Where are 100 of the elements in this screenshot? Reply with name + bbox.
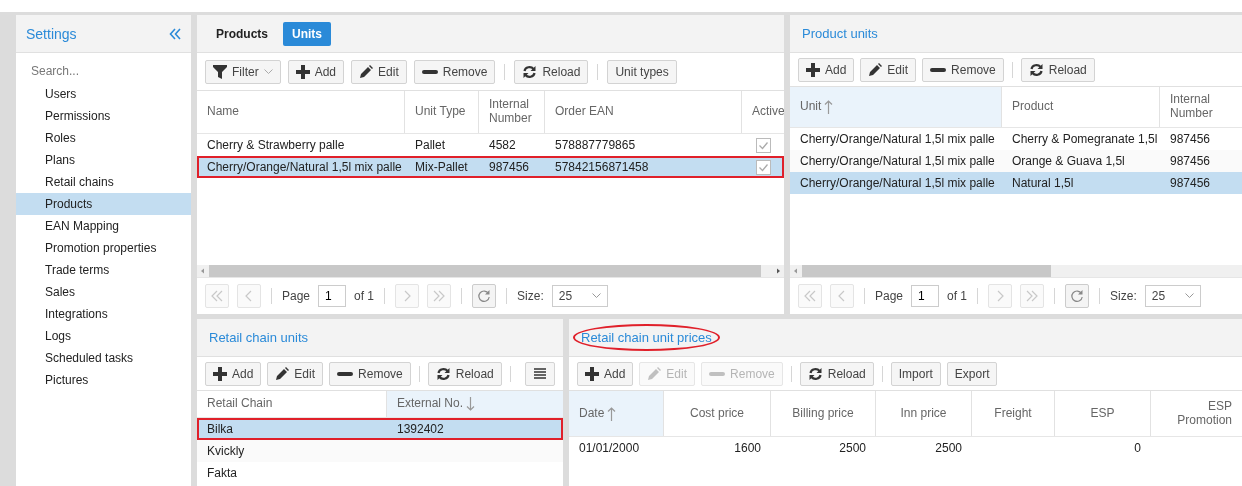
first-page-button[interactable] bbox=[798, 284, 822, 308]
sidebar-item[interactable]: Promotion properties bbox=[16, 237, 191, 259]
sidebar-item[interactable]: Integrations bbox=[16, 303, 191, 325]
add-button[interactable]: Add bbox=[205, 361, 262, 386]
sidebar-item[interactable]: Sales bbox=[16, 281, 191, 303]
table-cell-text: 2500 bbox=[934, 440, 963, 457]
table-cell-text: 57842156871458 bbox=[554, 159, 650, 176]
horizontal-scrollbar[interactable] bbox=[197, 265, 784, 277]
next-page-button[interactable] bbox=[988, 284, 1013, 308]
checkbox[interactable] bbox=[755, 138, 771, 153]
table-cell-text: 0 bbox=[1133, 440, 1142, 457]
filter-button[interactable]: Filter bbox=[205, 59, 281, 84]
page-input[interactable]: 1 bbox=[318, 285, 347, 307]
filter-icon bbox=[213, 64, 227, 79]
menu-icon bbox=[533, 366, 547, 381]
remove-button[interactable]: Remove bbox=[413, 59, 496, 84]
table-row[interactable]: Kvickly bbox=[197, 440, 563, 462]
column-header[interactable]: Product bbox=[1002, 87, 1160, 127]
edit-button[interactable]: Edit bbox=[860, 57, 917, 82]
add-button[interactable]: Add bbox=[798, 57, 855, 82]
next-page-button[interactable] bbox=[395, 284, 420, 308]
column-header[interactable]: Internal Number bbox=[1160, 87, 1242, 127]
size-dropdown[interactable]: 25 bbox=[551, 285, 608, 307]
edit-button[interactable]: Edit bbox=[351, 59, 407, 84]
table-row[interactable]: Fakta bbox=[197, 462, 563, 484]
tab[interactable]: Products bbox=[207, 21, 277, 46]
table-row[interactable]: Cherry/Orange/Natural 1,5l mix palle Mix-Pallet 987456 57842156871458 bbox=[197, 156, 784, 178]
sidebar-item[interactable]: Scheduled tasks bbox=[16, 347, 191, 369]
refresh-button[interactable] bbox=[472, 284, 497, 308]
table-row[interactable]: Bilka 1392402 bbox=[197, 418, 563, 440]
previous-page-button[interactable] bbox=[830, 284, 854, 308]
sidebar-item[interactable]: EAN Mapping bbox=[16, 215, 191, 237]
column-header[interactable]: ESP bbox=[1055, 391, 1151, 436]
column-header[interactable]: Name bbox=[197, 91, 405, 133]
first-page-button[interactable] bbox=[205, 284, 229, 308]
sidebar-item[interactable]: Retail chains bbox=[16, 171, 191, 193]
column-header[interactable]: Inn price bbox=[876, 391, 972, 436]
reload-button[interactable]: Reload bbox=[514, 59, 589, 84]
pencil-icon bbox=[275, 366, 290, 381]
checkbox[interactable] bbox=[755, 160, 771, 175]
horizontal-scrollbar[interactable] bbox=[790, 265, 1242, 277]
reload-button[interactable]: Reload bbox=[799, 361, 874, 386]
column-header[interactable]: ESP Promotion bbox=[1151, 391, 1242, 436]
double-chevron-right-icon bbox=[432, 289, 447, 303]
column-header[interactable]: Unit bbox=[790, 87, 1002, 127]
remove-button[interactable]: Remove bbox=[922, 57, 1004, 82]
refresh-button[interactable] bbox=[1065, 284, 1090, 308]
table-row[interactable]: 01/01/2000 1600 2500 2500 0 bbox=[569, 437, 1242, 459]
edit-button[interactable]: Edit bbox=[267, 361, 324, 386]
menu-button[interactable] bbox=[525, 361, 555, 386]
add-button[interactable]: Add bbox=[287, 59, 345, 84]
column-header[interactable]: Freight bbox=[972, 391, 1055, 436]
refresh-icon bbox=[477, 289, 492, 303]
sidebar-item[interactable]: Roles bbox=[16, 127, 191, 149]
table-row[interactable]: Cherry & Strawberry palle Pallet 4582 578887779865 bbox=[197, 134, 784, 156]
caret-icon bbox=[591, 293, 601, 299]
sidebar-item[interactable]: Pictures bbox=[16, 369, 191, 391]
toolbar-button[interactable]: Unit types bbox=[607, 59, 677, 84]
collapse-icon bbox=[169, 27, 181, 40]
column-header[interactable]: Cost price bbox=[664, 391, 771, 436]
reload-button[interactable]: Reload bbox=[427, 361, 502, 386]
toolbar-button[interactable]: Export bbox=[946, 361, 998, 386]
page-input[interactable]: 1 bbox=[911, 285, 940, 307]
column-header[interactable]: Active bbox=[742, 91, 784, 133]
sidebar-item[interactable]: Users bbox=[16, 83, 191, 105]
add-button[interactable]: Add bbox=[577, 361, 634, 386]
table-row[interactable]: Cherry/Orange/Natural 1,5l mix palle Cherry & Pomegranate 1,5l 987456 bbox=[790, 128, 1242, 150]
last-page-button[interactable] bbox=[1020, 284, 1045, 308]
toolbar-button[interactable]: Import bbox=[890, 361, 941, 386]
table-row[interactable]: Cherry/Orange/Natural 1,5l mix palle Natural 1,5l 987456 bbox=[790, 172, 1242, 194]
pencil-icon bbox=[647, 366, 662, 381]
column-header[interactable]: Internal Number bbox=[479, 91, 545, 133]
column-header[interactable]: Order EAN bbox=[545, 91, 742, 133]
last-page-button[interactable] bbox=[427, 284, 452, 308]
caret-icon bbox=[263, 68, 273, 75]
column-header[interactable]: Date bbox=[569, 391, 664, 436]
sidebar-item[interactable]: Logs bbox=[16, 325, 191, 347]
size-label: Size: bbox=[1110, 289, 1137, 303]
table-cell-text: Cherry/Orange/Natural 1,5l mix palle bbox=[799, 153, 996, 170]
plus-icon bbox=[806, 62, 820, 77]
sidebar-item[interactable]: Permissions bbox=[16, 105, 191, 127]
column-header[interactable]: External No. bbox=[387, 391, 563, 417]
sidebar-item[interactable]: Trade terms bbox=[16, 259, 191, 281]
column-header[interactable]: Unit Type bbox=[405, 91, 479, 133]
size-dropdown[interactable]: 25 bbox=[1144, 285, 1201, 307]
caret-icon bbox=[1184, 293, 1194, 299]
sidebar-item[interactable]: Plans bbox=[16, 149, 191, 171]
page-label: Page bbox=[282, 289, 311, 303]
remove-button[interactable]: Remove bbox=[329, 361, 411, 386]
panel-title: Product units bbox=[801, 25, 879, 43]
reload-button[interactable]: Reload bbox=[1020, 57, 1095, 82]
plus-icon bbox=[295, 64, 310, 79]
previous-page-button[interactable] bbox=[237, 284, 261, 308]
table-cell-text: 987456 bbox=[1169, 153, 1212, 170]
tab[interactable]: Units bbox=[283, 21, 331, 46]
pencil-icon bbox=[359, 64, 374, 79]
sidebar-item[interactable]: Products bbox=[16, 193, 191, 215]
column-header[interactable]: Billing price bbox=[771, 391, 876, 436]
table-row[interactable]: Cherry/Orange/Natural 1,5l mix palle Orange & Guava 1,5l 987456 bbox=[790, 150, 1242, 172]
table-cell-text: 578887779865 bbox=[554, 137, 637, 154]
